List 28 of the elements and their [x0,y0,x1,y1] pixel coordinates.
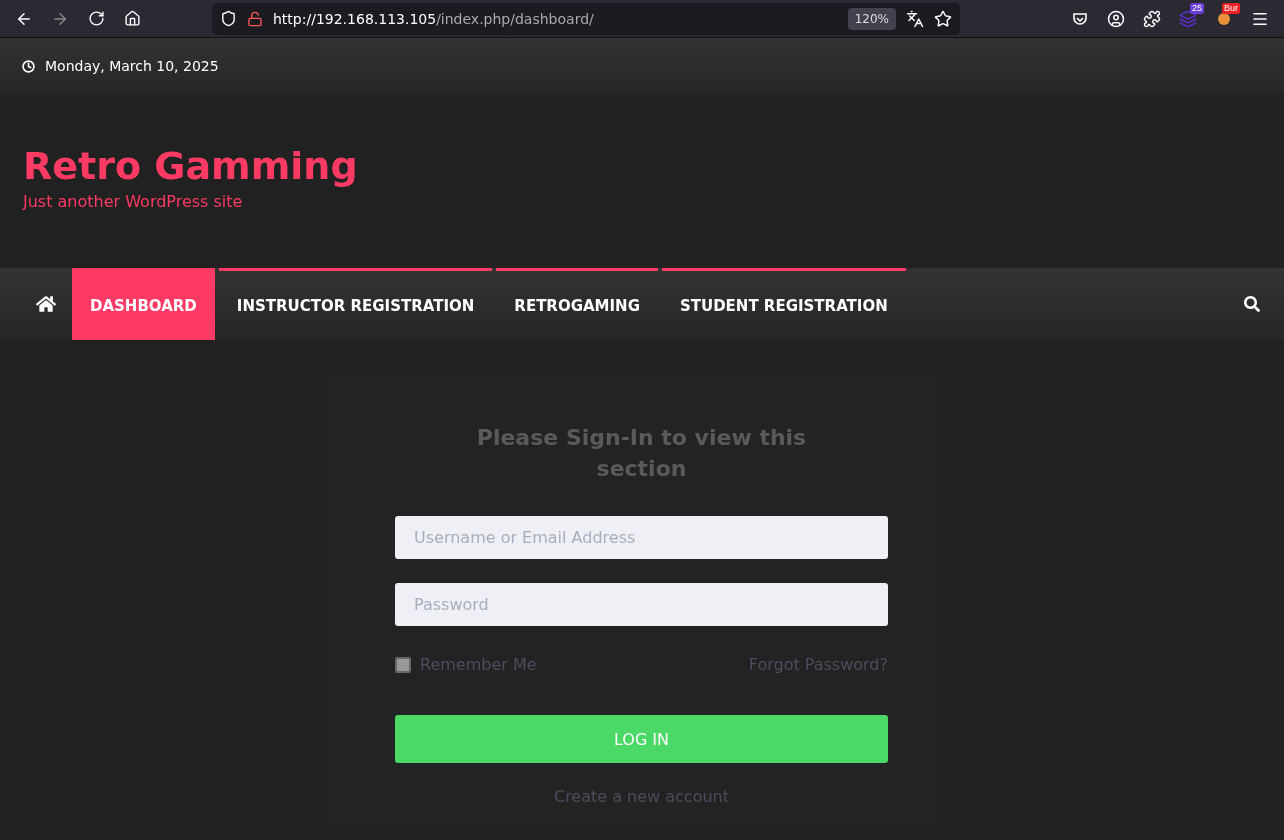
nav-item[interactable]: RETROGAMING [496,268,658,340]
layers-icon[interactable] [1179,9,1197,28]
site-tagline: Just another WordPress site [23,192,244,211]
nav-item[interactable]: DASHBOARD [72,268,215,340]
zoom-level[interactable]: 120% [847,7,896,30]
username-field[interactable]: Username or Email Address [395,516,888,559]
extension-badge: Bur [1222,2,1240,14]
translate-icon [906,9,924,28]
url-text: http://192.168.113.105/index.php/dashboard/ [273,10,595,27]
shield-icon [220,10,237,27]
extension-icon[interactable] [1218,12,1230,25]
bookmark-star-icon [934,9,952,28]
lock-icon [247,10,263,27]
password-field[interactable]: Password [395,583,888,626]
account-icon[interactable] [1107,9,1125,28]
puzzle-icon[interactable] [1143,9,1161,28]
nav-item[interactable]: INSTRUCTOR REGISTRATION [218,268,493,340]
site-title[interactable]: Retro Gamming [23,144,1261,188]
home-icon[interactable] [123,10,141,27]
nav-item[interactable]: STUDENT REGISTRATION [661,268,906,340]
clock-icon [22,59,35,73]
date-text: Monday, March 10, 2025 [45,58,219,74]
reload-icon[interactable] [87,10,105,27]
remember-checkbox[interactable] [395,656,411,673]
pocket-icon[interactable] [1072,10,1088,27]
count-badge: 25 [1190,2,1204,14]
remember-label: Remember Me [420,655,537,674]
address-bar[interactable]: http://192.168.113.105/index.php/dashboard/ 120% [212,2,960,35]
